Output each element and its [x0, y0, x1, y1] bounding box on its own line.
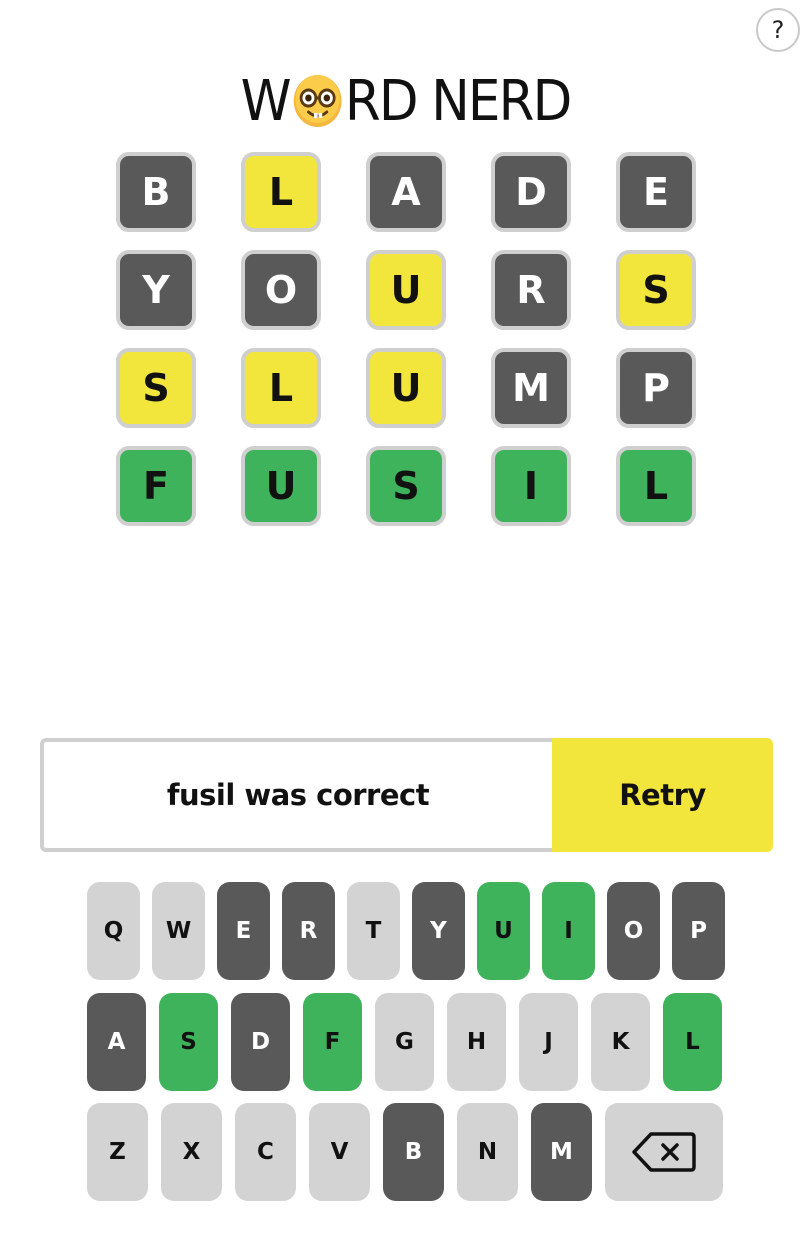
key-a[interactable]: A: [87, 993, 146, 1091]
board-tile: F: [116, 446, 196, 526]
key-backspace[interactable]: [605, 1103, 723, 1201]
key-d[interactable]: D: [231, 993, 290, 1091]
title-text-end: RD NERD: [344, 68, 572, 134]
nerd-face-icon: [293, 75, 342, 127]
key-v[interactable]: V: [309, 1103, 370, 1201]
board-tile: M: [491, 348, 571, 428]
key-f[interactable]: F: [303, 993, 362, 1091]
key-s[interactable]: S: [159, 993, 218, 1091]
board-tile: S: [366, 446, 446, 526]
board-tile: L: [241, 348, 321, 428]
key-m[interactable]: M: [531, 1103, 592, 1201]
board-tile: P: [616, 348, 696, 428]
board-tile: S: [116, 348, 196, 428]
key-w[interactable]: W: [152, 882, 205, 980]
board-tile: D: [491, 152, 571, 232]
key-t[interactable]: T: [347, 882, 400, 980]
board-tile: R: [491, 250, 571, 330]
key-y[interactable]: Y: [412, 882, 465, 980]
keyboard-row-2: ASDFGHJKL: [87, 993, 722, 1091]
board-tile: L: [241, 152, 321, 232]
guess-board: BLADEYOURSSLUMPFUSIL: [116, 152, 696, 526]
backspace-icon: [632, 1132, 696, 1172]
key-j[interactable]: J: [519, 993, 578, 1091]
board-tile: U: [366, 348, 446, 428]
key-r[interactable]: R: [282, 882, 335, 980]
key-n[interactable]: N: [457, 1103, 518, 1201]
board-tile: A: [366, 152, 446, 232]
help-button[interactable]: ?: [756, 8, 800, 52]
board-tile: U: [241, 446, 321, 526]
board-tile: Y: [116, 250, 196, 330]
key-k[interactable]: K: [591, 993, 650, 1091]
board-tile: S: [616, 250, 696, 330]
key-l[interactable]: L: [663, 993, 722, 1091]
key-b[interactable]: B: [383, 1103, 444, 1201]
key-i[interactable]: I: [542, 882, 595, 980]
key-c[interactable]: C: [235, 1103, 296, 1201]
board-tile: L: [616, 446, 696, 526]
keyboard-row-3: ZXCVBNM: [87, 1103, 723, 1201]
key-u[interactable]: U: [477, 882, 530, 980]
board-tile: O: [241, 250, 321, 330]
page-title: W RD NERD: [32, 66, 778, 136]
retry-button[interactable]: Retry: [552, 738, 773, 852]
key-q[interactable]: Q: [87, 882, 140, 980]
board-tile: E: [616, 152, 696, 232]
key-p[interactable]: P: [672, 882, 725, 980]
key-h[interactable]: H: [447, 993, 506, 1091]
key-z[interactable]: Z: [87, 1103, 148, 1201]
board-tile: I: [491, 446, 571, 526]
key-g[interactable]: G: [375, 993, 434, 1091]
key-e[interactable]: E: [217, 882, 270, 980]
key-o[interactable]: O: [607, 882, 660, 980]
board-tile: U: [366, 250, 446, 330]
board-tile: B: [116, 152, 196, 232]
help-label: ?: [771, 16, 785, 44]
result-bar: fusil was correct Retry: [40, 738, 773, 852]
result-message: fusil was correct: [40, 738, 552, 852]
title-text-start: W: [240, 68, 292, 134]
keyboard-row-1: QWERTYUIOP: [87, 882, 725, 980]
key-x[interactable]: X: [161, 1103, 222, 1201]
